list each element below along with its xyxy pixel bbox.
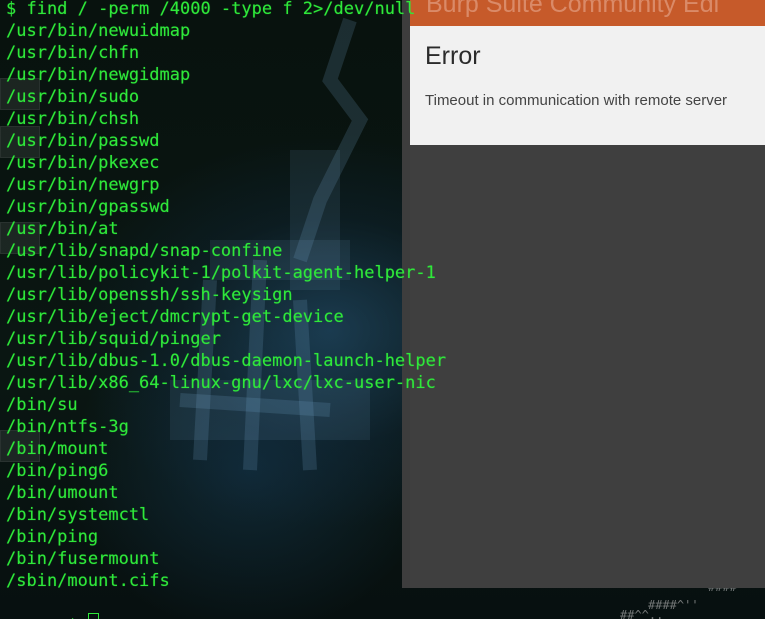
output-line: /usr/bin/at bbox=[6, 219, 119, 239]
output-line: /sbin/mount.cifs bbox=[6, 571, 170, 591]
output-line: /bin/su bbox=[6, 395, 78, 415]
output-line: /usr/lib/dbus-1.0/dbus-daemon-launch-hel… bbox=[6, 351, 447, 371]
output-line: /usr/lib/x86_64-linux-gnu/lxc/lxc-user-n… bbox=[6, 373, 436, 393]
output-line: /bin/umount bbox=[6, 483, 119, 503]
output-line: /bin/systemctl bbox=[6, 505, 150, 525]
output-line: /usr/bin/newgidmap bbox=[6, 65, 191, 85]
output-line: /bin/ping6 bbox=[6, 461, 109, 481]
output-line: /usr/bin/newgrp bbox=[6, 175, 160, 195]
desktop-screen: '''''.. ######## ## #### ####^'' ##^^.. … bbox=[0, 0, 765, 619]
output-line: /usr/lib/snapd/snap-confine bbox=[6, 241, 283, 261]
output-line: /usr/bin/chfn bbox=[6, 43, 140, 63]
output-line: /usr/bin/newuidmap bbox=[6, 21, 191, 41]
output-line: /bin/ping bbox=[6, 527, 99, 547]
output-line: /bin/fusermount bbox=[6, 549, 160, 569]
command-line: $ find / -perm /4000 -type f 2>/dev/null bbox=[6, 0, 416, 19]
text-cursor bbox=[87, 613, 99, 619]
output-line: /usr/lib/openssh/ssh-keysign bbox=[6, 285, 293, 305]
output-line: /usr/bin/pkexec bbox=[6, 153, 160, 173]
output-line: /usr/lib/eject/dmcrypt-get-device bbox=[6, 307, 344, 327]
output-line: /usr/bin/passwd bbox=[6, 131, 160, 151]
output-line: /usr/lib/policykit-1/polkit-agent-helper… bbox=[6, 263, 436, 283]
output-line: /usr/lib/squid/pinger bbox=[6, 329, 221, 349]
prompt-line[interactable]: $ bbox=[6, 591, 99, 619]
output-line: /bin/ntfs-3g bbox=[6, 417, 129, 437]
terminal-window[interactable]: $ find / -perm /4000 -type f 2>/dev/null… bbox=[0, 0, 765, 619]
output-line: /usr/bin/sudo bbox=[6, 87, 140, 107]
output-line: /usr/bin/chsh bbox=[6, 109, 140, 129]
output-line: /usr/bin/gpasswd bbox=[6, 197, 170, 217]
output-line: /bin/mount bbox=[6, 439, 109, 459]
